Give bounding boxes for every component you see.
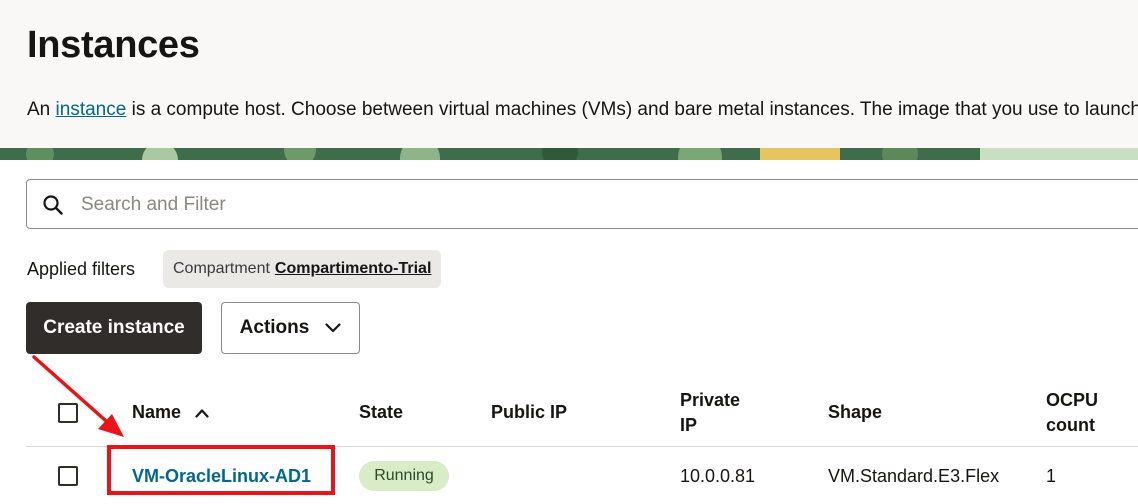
column-header-shape[interactable]: Shape [828,400,882,425]
actions-label: Actions [239,317,310,338]
column-header-name[interactable]: Name [132,400,209,425]
column-header-name-label: Name [132,402,182,422]
shape-cell: VM.Standard.E3.Flex [828,466,1000,486]
status-badge: Running [359,461,449,491]
sort-ascending-icon[interactable] [195,400,209,425]
search-bar[interactable] [26,179,1138,229]
instance-doc-link[interactable]: instance [56,99,127,120]
column-header-ocpu-count[interactable]: OCPU count [1046,388,1098,438]
decorative-banner [0,148,1138,160]
filter-chip-key: Compartment [173,260,270,277]
select-all-checkbox[interactable] [58,403,78,423]
chevron-down-icon [325,317,341,339]
page-header: Instances An instance is a compute host.… [0,0,1138,148]
actions-menu-button[interactable]: Actions [221,302,360,354]
column-header-private-ip[interactable]: Private IP [680,388,740,438]
column-header-private-ip-line2: IP [680,415,698,435]
intro-suffix: is a compute host. Choose between virtua… [126,99,1138,120]
private-ip-cell: 10.0.0.81 [680,466,756,486]
page-title: Instances [27,24,200,66]
create-instance-button[interactable]: Create instance [26,302,202,354]
annotation-highlight-box [107,445,335,495]
column-header-private-ip-line1: Private [680,390,741,410]
search-icon [42,194,64,221]
applied-filters-label: Applied filters [27,259,136,279]
column-header-state[interactable]: State [359,400,403,425]
search-input[interactable] [79,190,983,220]
column-header-ocpu-line2: count [1046,415,1095,435]
column-header-public-ip[interactable]: Public IP [491,400,567,425]
intro-prefix: An [27,99,56,120]
page-description: An instance is a compute host. Choose be… [27,97,1138,123]
column-header-ocpu-line1: OCPU [1046,390,1099,410]
filter-chip-value[interactable]: Compartimento-Trial [275,260,431,278]
filter-chip-compartment[interactable]: Compartment Compartimento-Trial [163,250,442,288]
row-select-checkbox[interactable] [58,466,78,486]
ocpu-count-cell: 1 [1046,466,1057,486]
